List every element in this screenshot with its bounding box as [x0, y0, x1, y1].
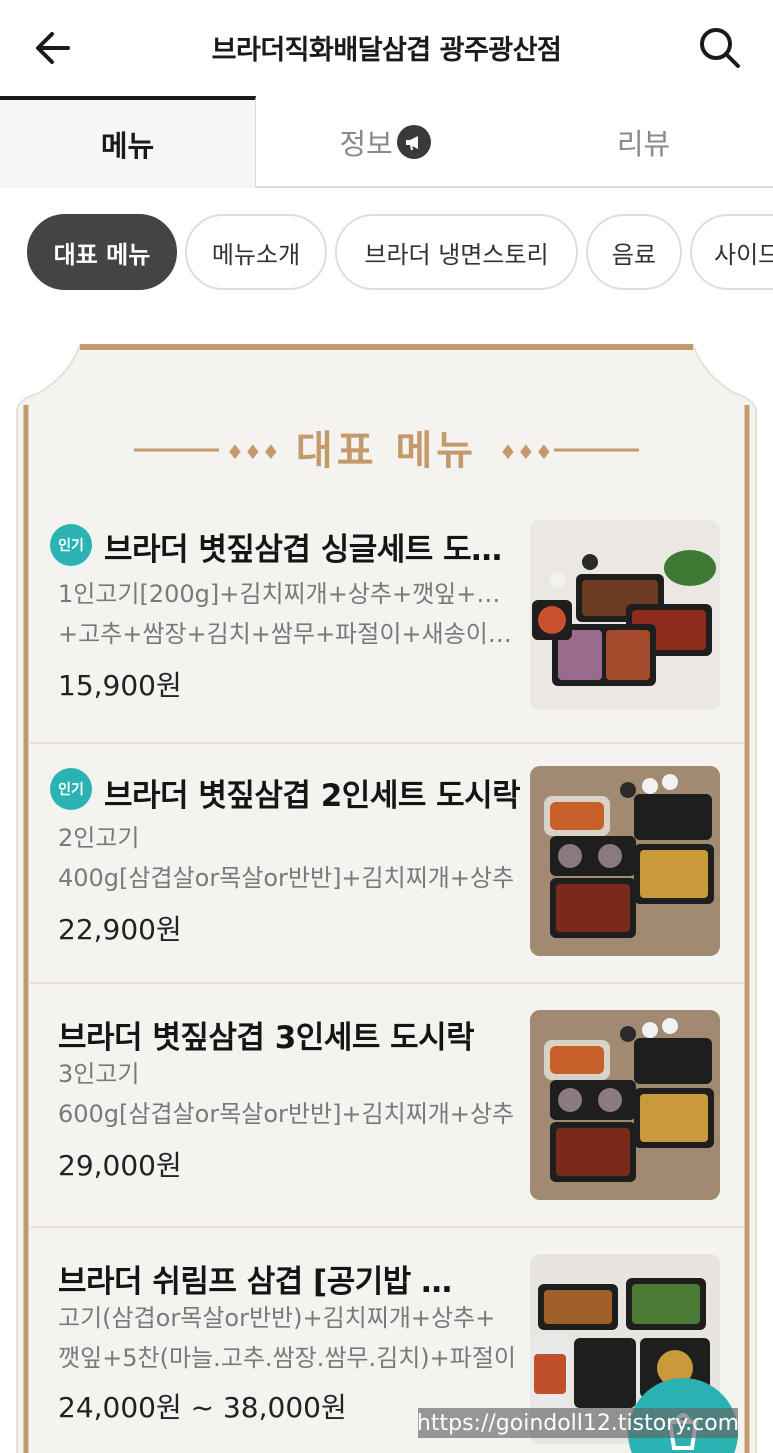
chip-label: 음료	[611, 240, 657, 269]
item-photo	[530, 1010, 720, 1200]
chip-drinks[interactable]: 음료	[586, 214, 682, 290]
item-name: 브라더 쉬림프 삼겹 [공기밥 별도]	[58, 1264, 478, 1300]
menu-item[interactable]: 브라더 볏짚삼겹 3인세트 도시락 3인고기 600g[삼겹살or목살or반반]…	[30, 984, 743, 1228]
category-chips: 대표 메뉴 메뉴소개 브라더 냉면스토리 음료 사이드	[0, 214, 773, 294]
search-button[interactable]	[694, 22, 746, 74]
item-desc-line1: 3인고기	[58, 1060, 140, 1088]
chip-label: 사이드	[714, 240, 773, 269]
chip-signature-menu[interactable]: 대표 메뉴	[27, 214, 177, 290]
item-photo	[530, 766, 720, 956]
chip-naengmyeon-story[interactable]: 브라더 냉면스토리	[335, 214, 578, 290]
page-title: 브라더직화배달삼겹 광주광산점	[211, 35, 562, 66]
tab-divider	[256, 186, 773, 188]
item-photo	[530, 520, 720, 710]
tab-info-label: 정보	[339, 127, 393, 161]
watermark-text: https://goindoll12.tistory.com	[417, 1408, 739, 1438]
chip-side[interactable]: 사이드	[690, 214, 773, 290]
menu-item[interactable]: 인기 브라더 볏짚삼겹 2인세트 도시락 2인고기 400g[삼겹살or목살or…	[30, 740, 743, 984]
item-price: 15,900원	[58, 669, 182, 702]
item-desc-line2: 400g[삼겹살or목살or반반]+김치찌개+상추	[58, 864, 515, 892]
item-desc-line2: +고추+쌈장+김치+쌈무+파절이+새송이+버섯	[58, 620, 518, 648]
item-desc-line1: 고기(삼겹or목살or반반)+김치찌개+상추+	[58, 1304, 496, 1332]
item-desc-line1: 1인고기[200g]+김치찌개+상추+깻잎+마늘	[58, 580, 518, 608]
popular-badge: 인기	[50, 768, 92, 810]
tab-review-label: 리뷰	[616, 127, 671, 161]
megaphone-icon	[396, 125, 431, 159]
search-icon	[700, 28, 740, 68]
popular-badge: 인기	[50, 524, 92, 566]
chip-label: 브라더 냉면스토리	[364, 240, 549, 269]
item-price: 22,900원	[58, 913, 182, 946]
item-name: 브라더 볏짚삼겹 3인세트 도시락	[58, 1020, 475, 1056]
item-price: 24,000원 ~ 38,000원	[58, 1391, 347, 1424]
section-title: 대표 메뉴	[295, 428, 478, 474]
tab-menu[interactable]: 메뉴	[0, 96, 256, 188]
chip-label: 메뉴소개	[211, 240, 301, 269]
back-button[interactable]	[30, 24, 78, 72]
arrow-left-icon	[36, 32, 70, 64]
item-name: 브라더 볏짚삼겹 싱글세트 도시락	[104, 532, 524, 568]
item-price: 29,000원	[58, 1149, 182, 1182]
tab-menu-label: 메뉴	[100, 129, 155, 163]
tab-review[interactable]: 리뷰	[514, 96, 773, 188]
chip-label: 대표 메뉴	[53, 240, 151, 269]
item-desc-line2: 600g[삼겹살or목살or반반]+김치찌개+상추	[58, 1100, 515, 1128]
app-header: 브라더직화배달삼겹 광주광산점	[0, 0, 773, 96]
item-desc-line2: 깻잎+5찬(마늘.고추.쌈장.쌈무.김치)+파절이	[58, 1344, 517, 1372]
tab-bar: 메뉴 정보 리뷰	[0, 96, 773, 188]
item-desc-line1: 2인고기	[58, 824, 140, 852]
chip-menu-intro[interactable]: 메뉴소개	[185, 214, 327, 290]
menu-item[interactable]: 인기 브라더 볏짚삼겹 싱글세트 도시락 1인고기[200g]+김치찌개+상추+…	[30, 500, 743, 744]
tab-info[interactable]: 정보	[256, 96, 514, 188]
item-name: 브라더 볏짚삼겹 2인세트 도시락	[104, 778, 521, 814]
